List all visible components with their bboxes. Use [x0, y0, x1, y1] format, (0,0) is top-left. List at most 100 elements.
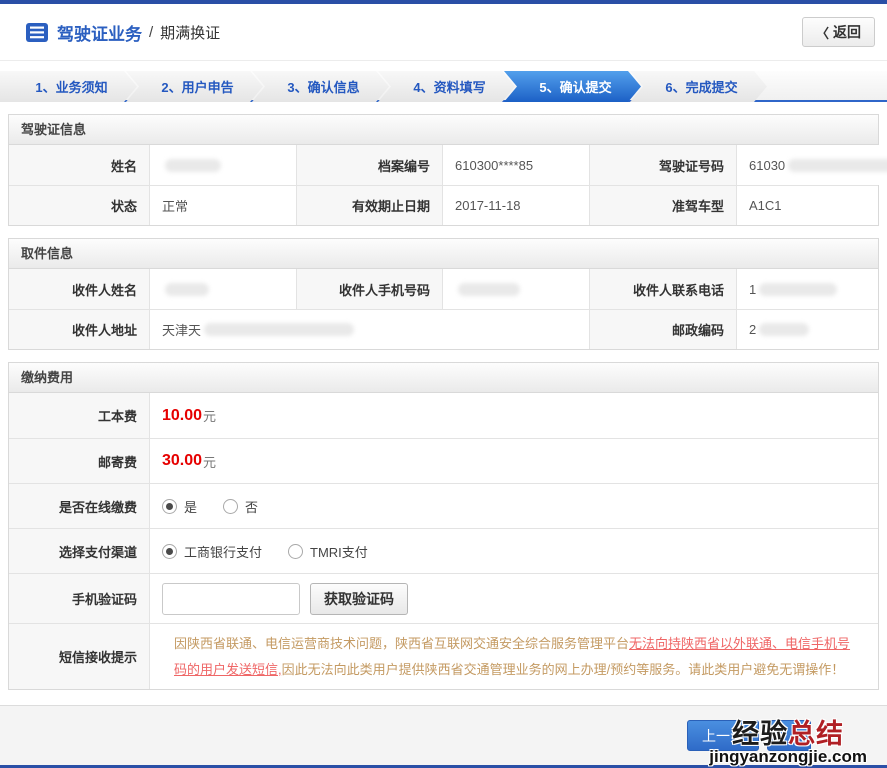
breadcrumb: 驾驶证业务 / 期满换证 [26, 20, 220, 45]
postage-fee-row: 邮寄费 30.00元 [9, 438, 878, 483]
recipient-name-value [150, 269, 297, 309]
sms-code-label: 手机验证码 [9, 573, 150, 623]
radio-selected-icon[interactable] [162, 544, 177, 559]
breadcrumb-main[interactable]: 驾驶证业务 [57, 20, 142, 45]
step-6-label: 6、完成提交 [659, 77, 737, 96]
sms-code-row: 手机验证码 获取验证码 [9, 573, 878, 623]
license-number-value: 61030 [737, 145, 887, 185]
redacted-blur [204, 323, 354, 336]
recipient-address-label: 收件人地址 [9, 309, 150, 349]
breadcrumb-separator: / [149, 24, 153, 41]
payment-section: 缴纳费用 工本费 10.00元 邮寄费 30.00元 是否在线缴费 是 否 选择… [8, 362, 879, 690]
channel-icbc-option[interactable]: 工商银行支付 [162, 542, 262, 561]
step-5-label: 5、确认提交 [533, 77, 611, 96]
pickup-row-2: 收件人地址 天津天 邮政编码 2 [9, 309, 878, 349]
online-pay-options: 是 否 [150, 483, 878, 528]
back-button[interactable]: 〈 返回 [802, 17, 875, 47]
recipient-name-label: 收件人姓名 [9, 269, 150, 309]
recipient-phone-value: 1 [737, 269, 878, 309]
submit-button-covered-by-watermark[interactable] [767, 720, 811, 751]
postcode-label: 邮政编码 [590, 309, 737, 349]
payment-section-title: 缴纳费用 [9, 363, 878, 393]
postage-fee-unit: 元 [203, 452, 216, 471]
step-6-complete-submit[interactable]: 6、完成提交 [630, 71, 767, 102]
license-row-2: 状态 正常 有效期止日期 2017-11-18 准驾车型 A1C1 [9, 185, 878, 225]
license-row-1: 姓名 档案编号 610300****85 驾驶证号码 61030 [9, 145, 878, 185]
postage-fee-label: 邮寄费 [9, 438, 150, 483]
file-number-label: 档案编号 [297, 145, 443, 185]
online-pay-label: 是否在线缴费 [9, 483, 150, 528]
footer-action-bar: 上一步 [0, 705, 887, 765]
status-label: 状态 [9, 185, 150, 225]
sms-notice-row: 短信接收提示 因陕西省联通、电信运营商技术问题，陕西省互联网交通安全综合服务管理… [9, 623, 878, 689]
previous-step-button[interactable]: 上一步 [687, 720, 759, 751]
page-header: 驾驶证业务 / 期满换证 〈 返回 [0, 4, 887, 61]
vehicle-type-label: 准驾车型 [590, 185, 737, 225]
chevron-left-icon: 〈 [816, 23, 829, 42]
online-pay-row: 是否在线缴费 是 否 [9, 483, 878, 528]
step-wizard: 1、业务须知 2、用户申告 3、确认信息 4、资料填写 5、确认提交 6、完成提… [0, 71, 887, 102]
status-value: 正常 [150, 185, 297, 225]
redacted-blur [165, 283, 209, 296]
step-4-fill-data[interactable]: 4、资料填写 [378, 71, 515, 102]
postage-fee-amount: 30.00 [162, 452, 202, 470]
sms-notice-text: 因陕西省联通、电信运营商技术问题，陕西省互联网交通安全综合服务管理平台无法向持陕… [150, 623, 878, 689]
step-3-label: 3、确认信息 [281, 77, 359, 96]
online-pay-no-option[interactable]: 否 [223, 497, 258, 516]
list-document-icon [26, 23, 48, 42]
pickup-section-title: 取件信息 [9, 239, 878, 269]
pickup-info-section: 取件信息 收件人姓名 收件人手机号码 收件人联系电话 1 收件人地址 天津天 邮… [8, 238, 879, 350]
channel-icbc-label: 工商银行支付 [184, 542, 262, 561]
recipient-address-value: 天津天 [150, 309, 590, 349]
production-fee-value: 10.00元 [150, 393, 878, 438]
name-value [150, 145, 297, 185]
redacted-blur [759, 283, 837, 296]
sms-notice-label: 短信接收提示 [9, 623, 150, 689]
license-number-label: 驾驶证号码 [590, 145, 737, 185]
file-number-value: 610300****85 [443, 145, 590, 185]
production-fee-row: 工本费 10.00元 [9, 393, 878, 438]
name-label: 姓名 [9, 145, 150, 185]
step-1-label: 1、业务须知 [29, 77, 107, 96]
get-code-button[interactable]: 获取验证码 [310, 583, 408, 615]
license-section-title: 驾驶证信息 [9, 115, 878, 145]
production-fee-amount: 10.00 [162, 407, 202, 425]
page-title: 期满换证 [160, 22, 220, 43]
back-button-label: 返回 [833, 22, 861, 42]
recipient-mobile-label: 收件人手机号码 [297, 269, 443, 309]
postcode-value: 2 [737, 309, 878, 349]
step-2-user-declaration[interactable]: 2、用户申告 [126, 71, 263, 102]
pay-channel-row: 选择支付渠道 工商银行支付 TMRI支付 [9, 528, 878, 573]
redacted-blur [788, 159, 887, 172]
main-content: 驾驶证信息 姓名 档案编号 610300****85 驾驶证号码 61030 状… [8, 114, 879, 690]
sms-code-input[interactable] [162, 583, 300, 615]
postage-fee-value: 30.00元 [150, 438, 878, 483]
channel-tmri-label: TMRI支付 [310, 542, 368, 561]
pickup-row-1: 收件人姓名 收件人手机号码 收件人联系电话 1 [9, 269, 878, 309]
production-fee-label: 工本费 [9, 393, 150, 438]
expiry-date-label: 有效期止日期 [297, 185, 443, 225]
step-3-confirm-info[interactable]: 3、确认信息 [252, 71, 389, 102]
step-1-business-notice[interactable]: 1、业务须知 [0, 71, 137, 102]
notice-part-3: 因此无法向此类用户提供陕西省交通管理业务的网上办理/预约等服务。请此类用户避免无… [282, 662, 845, 677]
step-4-label: 4、资料填写 [407, 77, 485, 96]
recipient-phone-label: 收件人联系电话 [590, 269, 737, 309]
recipient-mobile-value [443, 269, 590, 309]
redacted-blur [759, 323, 809, 336]
radio-unselected-icon[interactable] [288, 544, 303, 559]
radio-selected-icon[interactable] [162, 499, 177, 514]
expiry-date-value: 2017-11-18 [443, 185, 590, 225]
notice-part-1: 因陕西省联通、电信运营商技术问题，陕西省互联网交通安全综合服务管理平台 [174, 636, 629, 651]
online-pay-no-label: 否 [245, 497, 258, 516]
pay-channel-label: 选择支付渠道 [9, 528, 150, 573]
online-pay-yes-label: 是 [184, 497, 197, 516]
license-info-section: 驾驶证信息 姓名 档案编号 610300****85 驾驶证号码 61030 状… [8, 114, 879, 226]
radio-unselected-icon[interactable] [223, 499, 238, 514]
production-fee-unit: 元 [203, 406, 216, 425]
channel-tmri-option[interactable]: TMRI支付 [288, 542, 368, 561]
online-pay-yes-option[interactable]: 是 [162, 497, 197, 516]
step-5-confirm-submit-active[interactable]: 5、确认提交 [504, 71, 641, 102]
sms-code-field-wrap: 获取验证码 [150, 573, 878, 623]
redacted-blur [458, 283, 520, 296]
step-2-label: 2、用户申告 [155, 77, 233, 96]
